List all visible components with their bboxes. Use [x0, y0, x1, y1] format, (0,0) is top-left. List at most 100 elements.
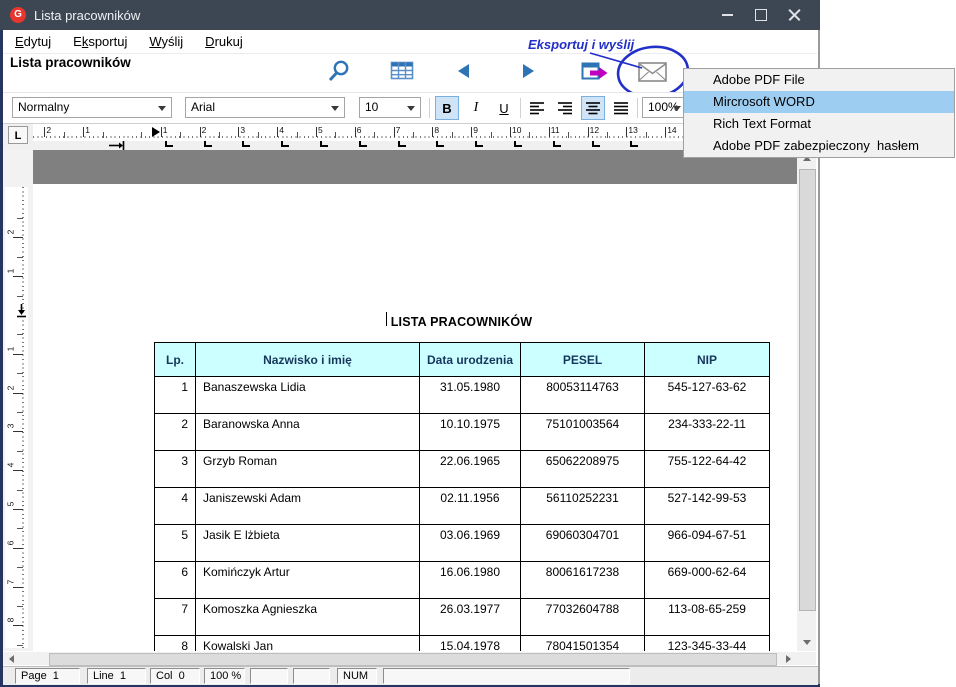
font-combo[interactable]: Arial	[185, 97, 345, 118]
ruler-tick	[13, 392, 23, 394]
italic-button[interactable]: I	[464, 96, 488, 120]
ruler-tick	[13, 625, 23, 627]
scroll-down-button[interactable]	[797, 634, 816, 651]
align-right-icon	[558, 102, 572, 115]
table-cell: 6	[154, 561, 196, 599]
menu-item-wyslij[interactable]: Wyślij	[139, 32, 193, 51]
ruler-halftick	[17, 373, 23, 375]
ruler-tick	[83, 127, 85, 137]
text-caret	[386, 312, 387, 326]
ruler-number: 8	[5, 618, 16, 623]
table-cell: 02.11.1956	[419, 487, 521, 525]
scroll-right-button[interactable]	[780, 652, 797, 665]
export-menu-item-2[interactable]: Mircrosoft WORD	[684, 91, 954, 113]
arrow-down-icon	[802, 640, 811, 645]
column-header: Data urodzenia	[419, 342, 521, 377]
vertical-scrollbar-thumb[interactable]	[799, 169, 816, 611]
table-row: 2 Baranowska Anna 10.10.1975 75101003564 234…	[154, 413, 770, 451]
ruler-tick	[13, 276, 23, 278]
underline-button[interactable]: U	[492, 96, 516, 120]
table-row: 3 Grzyb Roman 22.06.1965 65062208975 755-122…	[154, 450, 770, 488]
ruler-number: 5	[5, 501, 16, 507]
app-icon: G	[10, 7, 26, 23]
arrow-right-icon	[786, 654, 791, 663]
ruler-halftick	[17, 567, 23, 569]
align-center-button[interactable]	[581, 96, 605, 120]
horizontal-scrollbar-thumb[interactable]	[49, 653, 777, 666]
table-cell: 80053114763	[520, 376, 645, 414]
ruler-halftick	[17, 334, 23, 336]
search-icon[interactable]	[327, 59, 351, 84]
page-top-marker-icon	[17, 304, 26, 318]
ruler-halftick	[413, 132, 414, 138]
document-view[interactable]: LISTA PRACOWNIKÓW Lp. Nazwisko i imię Data…	[3, 150, 797, 651]
margin-marker-icon	[109, 141, 125, 150]
table-cell: 755-122-64-42	[644, 450, 770, 488]
horizontal-ruler: 2 1 1 2 3 4 5 6 7 8 9 10 11 12 13 14	[33, 124, 775, 141]
ruler-number: 4	[279, 125, 284, 135]
table-cell: Kowalski Jan	[195, 635, 420, 651]
tab-stop-marker	[203, 141, 212, 147]
tab-stop-marker	[358, 141, 367, 147]
tab-stop-marker	[397, 141, 406, 147]
menu-item-eksportuj[interactable]: Eksportuj	[63, 32, 137, 51]
next-page-icon[interactable]	[521, 63, 535, 79]
ruler-halftick	[219, 132, 220, 138]
justify-button[interactable]	[609, 96, 633, 120]
ruler-halftick	[17, 606, 23, 607]
table-row: 8 Kowalski Jan 15.04.1978 78041501354 123-34…	[154, 635, 770, 651]
table-cell: 1	[154, 376, 196, 414]
minimize-button[interactable]	[710, 0, 744, 30]
export-menu-item-3[interactable]: Rich Text Format	[684, 113, 954, 135]
ruler-halftick	[17, 528, 23, 530]
table-cell: Banaszewska Lidia	[195, 376, 420, 414]
menu-item-edytuj[interactable]: Edytuj	[5, 32, 61, 51]
employees-table-head: Lp. Nazwisko i imię Data urodzenia PESEL NIP	[154, 342, 770, 377]
previous-page-icon[interactable]	[457, 63, 471, 79]
export-menu-item-4[interactable]: Adobe PDF zabezpieczony hasłem	[684, 135, 954, 157]
close-button[interactable]	[778, 0, 812, 30]
vertical-scrollbar[interactable]	[797, 150, 816, 651]
chevron-down-icon	[158, 106, 166, 111]
horizontal-scrollbar[interactable]	[3, 652, 797, 666]
document-title: LISTA PRACOWNIKÓW	[390, 315, 533, 329]
font-size-combo[interactable]: 10	[359, 97, 421, 118]
ruler-tick	[13, 586, 23, 588]
tab-stop-row	[33, 141, 775, 150]
table-grid-icon[interactable]	[390, 61, 414, 81]
document-page[interactable]: LISTA PRACOWNIKÓW Lp. Nazwisko i imię Data…	[33, 184, 797, 651]
table-cell: 56110252231	[520, 487, 645, 525]
align-center-icon	[586, 102, 600, 115]
ruler-tick	[510, 127, 511, 137]
tab-stop-marker	[630, 141, 639, 147]
table-cell: 16.06.1980	[419, 561, 521, 599]
tab-type-selector-button[interactable]: L	[8, 126, 28, 144]
zoom-combo[interactable]: 100%	[642, 97, 687, 118]
chevron-down-icon	[407, 106, 415, 111]
arrow-left-icon	[9, 654, 14, 663]
table-cell: 15.04.1978	[419, 635, 521, 651]
align-left-button[interactable]	[525, 96, 549, 120]
menu-item-drukuj[interactable]: Drukuj	[195, 32, 253, 51]
style-combo[interactable]: Normalny	[12, 97, 172, 118]
table-cell: 75101003564	[520, 413, 645, 451]
ruler-halftick	[17, 644, 23, 646]
ruler-halftick	[645, 132, 647, 138]
table-cell: 545-127-63-62	[644, 376, 770, 414]
maximize-button[interactable]	[744, 0, 778, 30]
tab-stop-marker	[552, 141, 561, 147]
table-cell: 527-142-99-53	[644, 487, 770, 525]
table-cell: 8	[154, 635, 196, 651]
align-right-button[interactable]	[553, 96, 577, 120]
ruler-halftick	[17, 489, 23, 491]
bold-button[interactable]: B	[435, 96, 459, 120]
table-cell: 234-333-22-11	[644, 413, 770, 451]
export-menu-item-1[interactable]: Adobe PDF File	[684, 69, 954, 91]
table-cell: 22.06.1965	[419, 450, 521, 488]
scroll-left-button[interactable]	[3, 652, 20, 665]
indent-marker[interactable]	[152, 127, 160, 137]
status-panel-3: Col 0	[150, 668, 200, 684]
ruler-tick	[587, 127, 589, 137]
ruler-halftick	[17, 256, 23, 258]
chevron-down-icon	[331, 106, 339, 111]
